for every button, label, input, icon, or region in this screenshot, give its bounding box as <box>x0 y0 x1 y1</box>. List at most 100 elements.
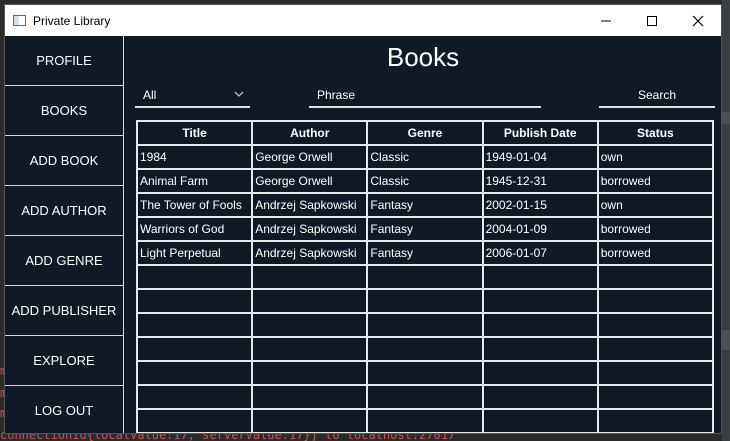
chevron-down-icon <box>234 91 244 97</box>
cell-author <box>251 288 369 314</box>
filter-dropdown[interactable]: All <box>135 84 250 108</box>
sidebar-item-add-genre[interactable]: ADD GENRE <box>5 236 123 286</box>
table-row[interactable] <box>135 312 715 338</box>
cell-status <box>596 288 715 314</box>
column-header-author[interactable]: Author <box>251 120 369 146</box>
books-table: Title Author Genre Publish Date Status 1984 G… <box>135 120 715 433</box>
minimize-button[interactable] <box>583 5 629 36</box>
cell-publish-date: 2002-01-15 <box>481 192 599 218</box>
cell-title: Animal Farm <box>135 168 254 194</box>
sidebar-item-add-author[interactable]: ADD AUTHOR <box>5 186 123 236</box>
background-ide-gutter <box>722 0 730 441</box>
table-row[interactable]: Animal Farm George Orwell Classic 1945-12-3… <box>135 168 715 194</box>
cell-publish-date <box>481 312 599 338</box>
table-row[interactable] <box>135 336 715 362</box>
cell-genre: Fantasy <box>366 216 484 242</box>
cell-title: 1984 <box>135 144 254 170</box>
cell-author <box>251 384 369 410</box>
sidebar-item-explore[interactable]: EXPLORE <box>5 336 123 386</box>
column-header-genre[interactable]: Genre <box>366 120 484 146</box>
maximize-icon <box>647 15 657 26</box>
cell-title: Light Perpetual <box>135 240 254 266</box>
cell-author <box>251 336 369 362</box>
minimize-icon <box>601 20 611 21</box>
cell-author: Andrzej Sapkowski <box>251 216 369 242</box>
search-button[interactable]: Search <box>599 84 715 108</box>
cell-publish-date: 2004-01-09 <box>481 216 599 242</box>
cell-status: own <box>596 192 715 218</box>
search-input[interactable] <box>309 84 541 108</box>
maximize-button[interactable] <box>629 5 675 36</box>
cell-status <box>596 408 715 433</box>
cell-title <box>135 336 254 362</box>
sidebar-item-profile[interactable]: PROFILE <box>5 36 123 86</box>
cell-title: The Tower of Fools <box>135 192 254 218</box>
cell-status <box>596 384 715 410</box>
cell-publish-date: 1945-12-31 <box>481 168 599 194</box>
table-row[interactable] <box>135 288 715 314</box>
cell-publish-date: 2006-01-07 <box>481 240 599 266</box>
cell-title <box>135 384 254 410</box>
cell-genre <box>366 360 484 386</box>
table-row[interactable] <box>135 408 715 433</box>
cell-genre <box>366 384 484 410</box>
table-row[interactable]: Warriors of God Andrzej Sapkowski Fantasy 2… <box>135 216 715 242</box>
column-header-title[interactable]: Title <box>135 120 254 146</box>
cell-genre <box>366 408 484 433</box>
table-row[interactable] <box>135 384 715 410</box>
table-header-row: Title Author Genre Publish Date Status <box>135 120 715 146</box>
cell-genre: Fantasy <box>366 240 484 266</box>
cell-publish-date <box>481 288 599 314</box>
table-row[interactable]: 1984 George Orwell Classic 1949-01-04 own <box>135 144 715 170</box>
books-panel: Books All Search TitleAuthorGenrePublish… <box>125 36 721 433</box>
cell-genre <box>366 264 484 290</box>
sidebar-item-add-publisher[interactable]: ADD PUBLISHER <box>5 286 123 336</box>
cell-status: borrowed <box>596 216 715 242</box>
cell-author <box>251 264 369 290</box>
cell-title <box>135 264 254 290</box>
cell-publish-date <box>481 384 599 410</box>
title-bar[interactable]: Private Library <box>5 5 721 36</box>
cell-genre <box>366 336 484 362</box>
cell-status: own <box>596 144 715 170</box>
cell-publish-date: 1949-01-04 <box>481 144 599 170</box>
cell-genre: Classic <box>366 168 484 194</box>
cell-author <box>251 408 369 433</box>
sidebar-item-log-out[interactable]: LOG OUT <box>5 386 123 433</box>
table-row[interactable] <box>135 264 715 290</box>
sidebar: PROFILE BOOKS ADD BOOK ADD AUTHOR ADD GE… <box>5 36 124 433</box>
column-header-publish-date[interactable]: Publish Date <box>481 120 599 146</box>
cell-author: George Orwell <box>251 168 369 194</box>
table-row[interactable]: Light Perpetual Andrzej Sapkowski Fantasy 2… <box>135 240 715 266</box>
cell-publish-date <box>481 264 599 290</box>
table-row[interactable] <box>135 360 715 386</box>
sidebar-item-books[interactable]: BOOKS <box>5 86 123 136</box>
cell-genre <box>366 312 484 338</box>
app-window-icon <box>13 15 26 26</box>
cell-title <box>135 312 254 338</box>
cell-author: George Orwell <box>251 144 369 170</box>
window-controls <box>583 5 721 36</box>
close-button[interactable] <box>675 5 721 36</box>
cell-status <box>596 312 715 338</box>
cell-status <box>596 360 715 386</box>
cell-title <box>135 288 254 314</box>
cell-status: borrowed <box>596 240 715 266</box>
cell-status: borrowed <box>596 168 715 194</box>
page-title: Books <box>386 42 460 72</box>
table-row[interactable]: The Tower of Fools Andrzej Sapkowski Fanta… <box>135 192 715 218</box>
cell-status <box>596 336 715 362</box>
app-window: Private Library PROFILE BOOKS ADD BOOK A… <box>4 4 722 434</box>
cell-publish-date <box>481 336 599 362</box>
cell-publish-date <box>481 360 599 386</box>
cell-author <box>251 312 369 338</box>
cell-genre: Classic <box>366 144 484 170</box>
sidebar-item-add-book[interactable]: ADD BOOK <box>5 136 123 186</box>
filter-selected-value: All <box>143 88 157 102</box>
cell-title <box>135 408 254 433</box>
window-title: Private Library <box>33 13 111 28</box>
column-header-status[interactable]: Status <box>596 120 715 146</box>
cell-status <box>596 264 715 290</box>
cell-genre: Fantasy <box>366 192 484 218</box>
close-icon <box>692 15 704 26</box>
